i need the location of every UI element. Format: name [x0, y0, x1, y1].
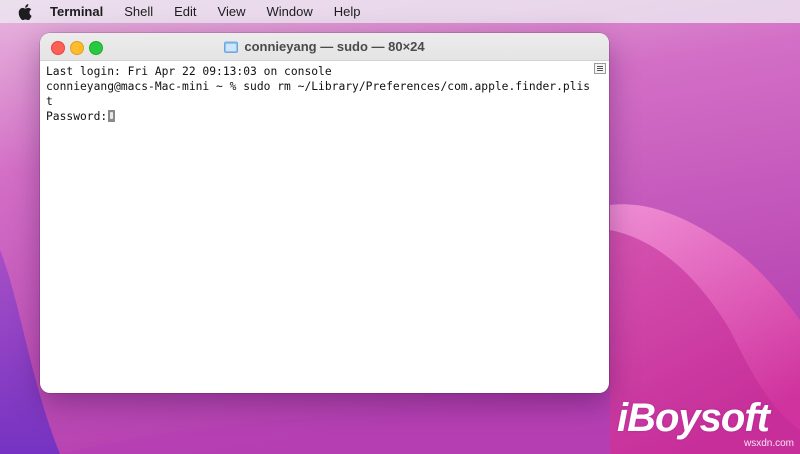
folder-proxy-icon[interactable]	[224, 41, 239, 53]
window-titlebar[interactable]: connieyang — sudo — 80×24	[40, 33, 609, 61]
menu-app-terminal[interactable]: Terminal	[50, 4, 103, 19]
terminal-line: Last login: Fri Apr 22 09:13:03 on conso…	[46, 65, 332, 78]
scroll-lines-icon[interactable]	[594, 63, 606, 74]
key-cursor-icon	[108, 110, 116, 122]
menu-edit[interactable]: Edit	[174, 4, 196, 19]
apple-menu-icon[interactable]	[18, 3, 36, 21]
window-title: connieyang — sudo — 80×24	[244, 39, 425, 54]
terminal-line: t	[46, 95, 53, 108]
menu-view[interactable]: View	[218, 4, 246, 19]
menu-help[interactable]: Help	[334, 4, 361, 19]
site-watermark: wsxdn.com	[743, 438, 794, 449]
menu-bar: Terminal Shell Edit View Window Help	[0, 0, 800, 23]
terminal-output[interactable]: Last login: Fri Apr 22 09:13:03 on conso…	[46, 64, 591, 389]
password-prompt: Password:	[46, 110, 108, 123]
terminal-window: connieyang — sudo — 80×24 Last login: Fr…	[40, 33, 609, 393]
brand-watermark: iBoysoft	[617, 396, 770, 440]
window-title-container: connieyang — sudo — 80×24	[40, 33, 609, 60]
terminal-line: connieyang@macs-Mac-mini ~ % sudo rm ~/L…	[46, 80, 591, 93]
password-prompt-line: Password:	[46, 109, 591, 124]
menu-shell[interactable]: Shell	[124, 4, 153, 19]
menu-window[interactable]: Window	[267, 4, 313, 19]
